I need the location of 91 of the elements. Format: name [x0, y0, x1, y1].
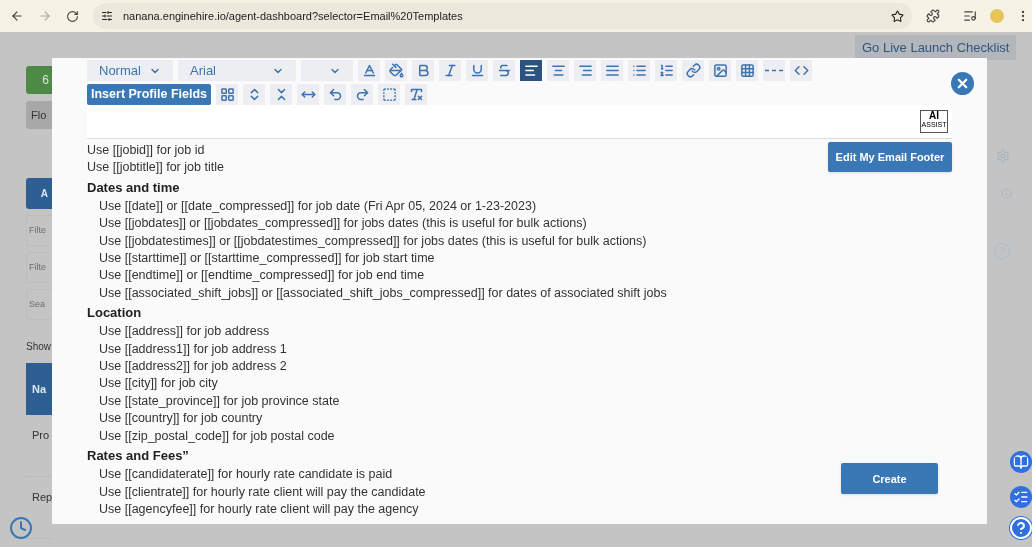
toolbar-button[interactable]: [520, 60, 542, 81]
toolbar-button[interactable]: [324, 84, 346, 105]
show-label: Show: [26, 340, 51, 354]
italic-icon: [442, 63, 458, 78]
redo-icon: [354, 87, 370, 102]
code-icon: [793, 63, 809, 78]
help-line: Use [[candidaterate]] for hourly rate candidate is paid: [98, 466, 394, 484]
table-icon: [739, 63, 755, 78]
bookmark-icon[interactable]: [891, 9, 904, 23]
toolbar-button[interactable]: [297, 84, 319, 105]
section-heading: Dates and time: [87, 178, 181, 197]
toolbar-button[interactable]: [243, 84, 265, 105]
toolbar-button[interactable]: [655, 60, 677, 81]
toolbar-button[interactable]: [736, 60, 758, 81]
toolbar-button[interactable]: [358, 60, 380, 81]
toolbar-button[interactable]: [466, 60, 488, 81]
help-line: Use [[clientrate]] for hourly rate client will pay the candidate: [98, 483, 427, 501]
toolbar-button[interactable]: [682, 60, 704, 81]
help-line: Use [[jobid]] for job id: [87, 142, 206, 159]
align-justify-icon: [604, 63, 620, 78]
footer-button[interactable]: Edit My Email Footer: [828, 142, 952, 172]
help-line: Use [[date]] or [[date_compressed]] for job date (Fri Apr 05, 2024 or 1-23-2023): [98, 197, 538, 215]
help-line: Use [[state_province]] for job province state: [98, 392, 341, 410]
undo-icon: [327, 87, 343, 102]
toolbar-button[interactable]: [547, 60, 569, 81]
toggle-button[interactable]: Flo: [26, 101, 52, 129]
dashed-line-icon: [765, 69, 783, 72]
help-line: Use [[address2]] for job address 2: [98, 358, 288, 376]
toolbar-button[interactable]: [574, 60, 596, 81]
bullet-list-icon: [631, 63, 647, 78]
media-icon[interactable]: [963, 9, 977, 23]
dashed-square-icon: [381, 87, 397, 102]
help-line: Use [[city]] for job city: [98, 375, 219, 393]
table-header: Na: [26, 363, 52, 415]
action-button[interactable]: 6: [26, 66, 52, 94]
image-icon: [712, 63, 728, 78]
text-color-icon: [361, 63, 377, 78]
toolbar-button[interactable]: [270, 84, 292, 105]
back-icon[interactable]: [10, 9, 24, 23]
help-line: Use [[jobtitle]] for job title: [87, 159, 225, 177]
toolbar-button[interactable]: [405, 84, 427, 105]
toolbar-button[interactable]: [412, 60, 434, 81]
align-center-icon: [550, 63, 566, 78]
gear-icon: [996, 149, 1010, 163]
underline-icon: [469, 63, 485, 78]
strikethrough-icon: [496, 63, 512, 78]
toolbar-button[interactable]: [385, 60, 407, 81]
clock-icon[interactable]: [9, 516, 33, 540]
toolbar-button[interactable]: [439, 60, 461, 81]
grid-icon: [219, 87, 235, 102]
checklist-icon[interactable]: [1010, 486, 1032, 508]
section-heading: Location: [87, 304, 143, 323]
help-line: Use [[endtime]] or [[endtime_compressed]] for job end time: [98, 267, 426, 285]
toolbar-button[interactable]: [493, 60, 515, 81]
help-line: Use [[address]] for job address: [98, 323, 271, 341]
address-bar[interactable]: nanana.enginehire.io/agent-dashboard?selector=Email%20Templates: [93, 3, 912, 29]
align-right-icon: [577, 63, 593, 78]
help-line: Use [[address1]] for job address 1: [98, 340, 288, 358]
link-icon: [685, 63, 701, 78]
toolbar-button[interactable]: [601, 60, 623, 81]
clear-formatting-icon: [408, 87, 424, 102]
toolbar-button[interactable]: [216, 84, 238, 105]
dropdown[interactable]: Arial: [178, 60, 296, 81]
help-line: Use [[starttime]] or [[starttime_compressed]] for job start time: [98, 250, 436, 268]
insert-fields-button[interactable]: Insert Profile Fields: [87, 84, 211, 105]
section-heading: Rates and Fees”: [87, 447, 190, 466]
paint-bucket-icon: [388, 63, 404, 78]
toolbar-button[interactable]: [628, 60, 650, 81]
numbered-list-icon: [658, 63, 674, 78]
extensions-icon[interactable]: [926, 9, 940, 23]
toolbar-button[interactable]: [790, 60, 812, 81]
help-line: Use [[associated_shift_jobs]] or [[associated_shift_jobs_compressed]] for dates of associated shift jobs: [98, 284, 667, 302]
help-line: Use [[jobdates]] or [[jobdates_compressed]] for jobs dates (this is useful for bulk actions): [98, 215, 588, 233]
site-settings-icon[interactable]: [101, 10, 113, 22]
toolbar-button[interactable]: [709, 60, 731, 81]
book-icon[interactable]: [1010, 451, 1032, 473]
info-icon: [1001, 188, 1012, 199]
checklist-button[interactable]: Go Live Launch Checklist: [855, 35, 1017, 60]
dropdown[interactable]: Normal: [87, 60, 173, 81]
close-icon: [955, 76, 970, 91]
help-line: Use [[zip_postal_code]] for job postal code: [98, 427, 336, 445]
align-left-icon: [523, 63, 539, 78]
create-button[interactable]: Create: [841, 463, 938, 495]
help-line: Use [[country]] for job country: [98, 410, 264, 428]
toolbar-button[interactable]: [351, 84, 373, 105]
horizontal-rule-button[interactable]: [763, 60, 785, 81]
add-button[interactable]: A: [26, 178, 52, 209]
help-line: Use [[jobdatestimes]] or [[jobdatestimes_compressed]] for jobs dates (this is useful for bulk actions): [98, 232, 648, 250]
help-icon[interactable]: [1009, 516, 1032, 540]
help-line: Use [[agencyfee]] for hourly rate client will pay the agency: [98, 500, 420, 518]
reload-icon[interactable]: [66, 9, 79, 23]
